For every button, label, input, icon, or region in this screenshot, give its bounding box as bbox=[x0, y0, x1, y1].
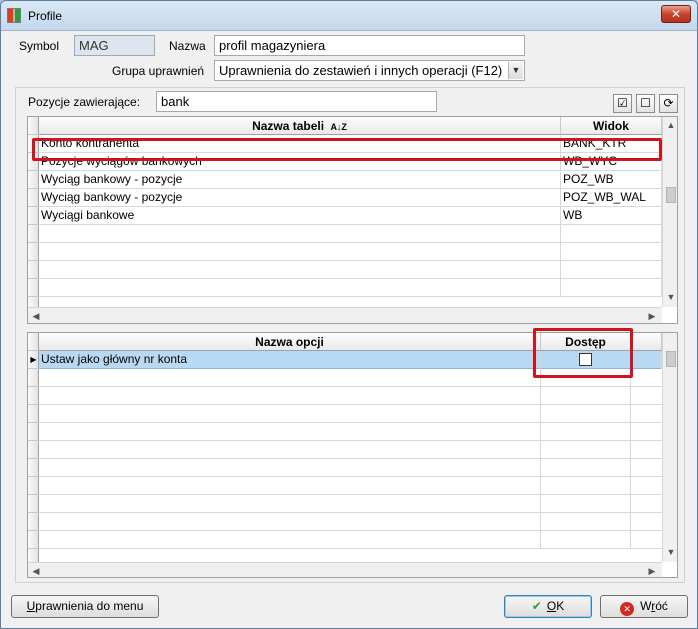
cancel-icon: ✕ bbox=[620, 602, 635, 616]
option-row[interactable]: Ustaw jako główny nr konta bbox=[39, 351, 662, 369]
options-grid: ▶ Nazwa opcji Dostęp Ustaw jako główny n… bbox=[27, 332, 678, 578]
symbol-label: Symbol bbox=[19, 39, 60, 53]
empty-row bbox=[39, 441, 662, 459]
filter-input[interactable]: bank bbox=[156, 91, 437, 112]
filter-label: Pozycje zawierające: bbox=[28, 95, 141, 109]
column-header-nazwa-tabeli[interactable]: Nazwa tabeli A↓Z bbox=[39, 117, 561, 135]
table-row[interactable]: Wyciąg bankowy - pozycje POZ_WB bbox=[39, 171, 662, 189]
table-cell-widok: WB bbox=[561, 207, 662, 225]
profile-window: Profile ✕ Symbol MAG Nazwa profil magazy… bbox=[0, 0, 698, 629]
scroll-thumb[interactable] bbox=[666, 187, 676, 203]
ok-button[interactable]: ✔ OK bbox=[504, 595, 592, 618]
close-button[interactable]: ✕ bbox=[661, 5, 691, 23]
menu-permissions-button[interactable]: Uprawnienia do menu bbox=[11, 595, 159, 618]
table-cell-widok: WB_WYC bbox=[561, 153, 662, 171]
empty-row bbox=[39, 459, 662, 477]
table-row[interactable]: Wyciąg bankowy - pozycje POZ_WB_WAL bbox=[39, 189, 662, 207]
check-all-icon[interactable]: ☑ bbox=[613, 94, 632, 113]
column-header-extra bbox=[631, 333, 662, 351]
table-cell-nazwa: Konto kontrahenta bbox=[39, 135, 561, 153]
options-horizontal-scrollbar[interactable]: ◀ ▶ bbox=[28, 562, 662, 577]
tables-grid: Nazwa tabeli A↓Z Widok Konto kontrahenta… bbox=[27, 116, 678, 324]
nazwa-label: Nazwa bbox=[169, 39, 206, 53]
tables-vertical-scrollbar[interactable]: ▲ ▼ bbox=[662, 117, 677, 307]
scroll-up-icon[interactable]: ▲ bbox=[664, 120, 677, 130]
empty-row bbox=[39, 513, 662, 531]
table-row[interactable]: Konto kontrahenta BANK_KTR bbox=[39, 135, 662, 153]
empty-row bbox=[39, 495, 662, 513]
column-header-nazwa-opcji[interactable]: Nazwa opcji bbox=[39, 333, 541, 351]
tables-horizontal-scrollbar[interactable]: ◀ ▶ bbox=[28, 307, 662, 323]
table-row[interactable]: Pozycje wyciągów bankowych WB_WYC bbox=[39, 153, 662, 171]
empty-row bbox=[39, 279, 662, 297]
table-row[interactable]: Wyciągi bankowe WB bbox=[39, 207, 662, 225]
table-cell-widok: POZ_WB bbox=[561, 171, 662, 189]
option-cell-dostep bbox=[541, 351, 631, 369]
empty-row bbox=[39, 405, 662, 423]
sort-az-icon[interactable]: A↓Z bbox=[330, 122, 347, 132]
column-header-dostep[interactable]: Dostęp bbox=[541, 333, 631, 351]
chevron-down-icon[interactable]: ▼ bbox=[508, 62, 523, 79]
cancel-button[interactable]: ✕ Wróć bbox=[600, 595, 688, 618]
empty-row bbox=[39, 531, 662, 549]
scroll-left-icon[interactable]: ◀ bbox=[29, 311, 43, 322]
window-title: Profile bbox=[28, 9, 63, 23]
table-cell-nazwa: Wyciąg bankowy - pozycje bbox=[39, 189, 561, 207]
refresh-icon[interactable]: ⟳ bbox=[659, 94, 678, 113]
table-cell-widok: BANK_KTR bbox=[561, 135, 662, 153]
row-indicator-column: ▶ bbox=[28, 333, 39, 562]
empty-row bbox=[39, 369, 662, 387]
positions-panel: Pozycje zawierające: bank ☑ ☐ ⟳ Nazwa ta… bbox=[15, 87, 685, 583]
empty-row bbox=[39, 477, 662, 495]
app-icon bbox=[7, 8, 21, 23]
scroll-down-icon[interactable]: ▼ bbox=[664, 547, 677, 557]
access-checkbox[interactable] bbox=[579, 353, 592, 366]
scroll-right-icon[interactable]: ▶ bbox=[645, 566, 659, 577]
uncheck-all-icon[interactable]: ☐ bbox=[636, 94, 655, 113]
column-header-nazwa-tabeli-label: Nazwa tabeli bbox=[252, 119, 325, 133]
nazwa-field[interactable]: profil magazyniera bbox=[214, 35, 525, 56]
check-icon: ✔ bbox=[531, 599, 542, 613]
empty-row bbox=[39, 261, 662, 279]
symbol-field[interactable]: MAG bbox=[74, 35, 155, 56]
table-cell-widok: POZ_WB_WAL bbox=[561, 189, 662, 207]
empty-row bbox=[39, 225, 662, 243]
table-cell-nazwa: Wyciąg bankowy - pozycje bbox=[39, 171, 561, 189]
empty-row bbox=[39, 423, 662, 441]
scroll-right-icon[interactable]: ▶ bbox=[645, 311, 659, 322]
current-row-arrow-icon: ▶ bbox=[28, 351, 39, 369]
table-cell-nazwa: Pozycje wyciągów bankowych bbox=[39, 153, 561, 171]
options-vertical-scrollbar[interactable]: ▼ bbox=[662, 333, 677, 562]
scroll-thumb[interactable] bbox=[666, 351, 676, 367]
row-indicator-column bbox=[28, 117, 39, 307]
empty-row bbox=[39, 243, 662, 261]
grupa-select-value: Uprawnienia do zestawień i innych operac… bbox=[219, 63, 503, 78]
title-bar: Profile ✕ bbox=[1, 1, 697, 31]
grupa-label: Grupa uprawnień bbox=[112, 64, 205, 78]
empty-row bbox=[39, 387, 662, 405]
column-header-widok[interactable]: Widok bbox=[561, 117, 662, 135]
scroll-left-icon[interactable]: ◀ bbox=[29, 566, 43, 577]
scroll-down-icon[interactable]: ▼ bbox=[664, 292, 677, 302]
grupa-select[interactable]: Uprawnienia do zestawień i innych operac… bbox=[214, 60, 525, 81]
table-cell-nazwa: Wyciągi bankowe bbox=[39, 207, 561, 225]
option-cell-name: Ustaw jako główny nr konta bbox=[39, 351, 541, 369]
